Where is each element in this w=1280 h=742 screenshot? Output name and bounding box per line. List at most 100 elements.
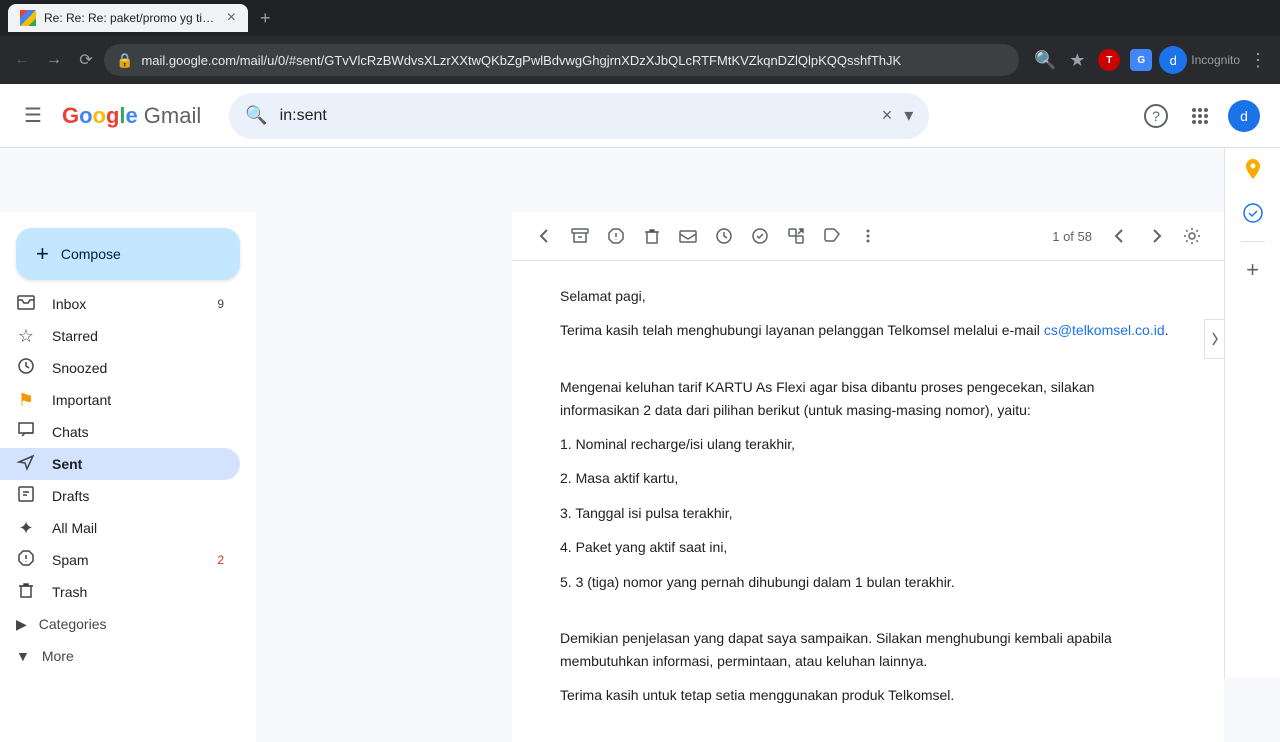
tasks-sidebar-icon[interactable] (1233, 193, 1273, 233)
bookmark-icon[interactable]: ★ (1063, 46, 1091, 74)
snooze-button[interactable] (708, 220, 740, 252)
categories-chevron-icon: ▶ (16, 616, 27, 633)
mark-unread-button[interactable] (672, 220, 704, 252)
email-intro: Terima kasih telah menghubungi layanan p… (560, 319, 1176, 341)
drafts-label: Drafts (52, 488, 224, 504)
trash-label: Trash (52, 584, 224, 600)
search-clear-button[interactable]: × (882, 105, 893, 126)
add-sidebar-addon-button[interactable]: + (1233, 250, 1273, 290)
more-label: More (42, 648, 74, 664)
main-content: 1 of 58 Selamat pagi, Terima kasih telah… (512, 212, 1224, 742)
sidebar-item-chats[interactable]: Chats (0, 416, 240, 448)
inbox-count: 9 (217, 297, 224, 311)
search-bar[interactable]: 🔍 × ▾ (229, 93, 929, 139)
lock-icon: 🔒 (116, 52, 133, 69)
profile-avatar: d (1159, 46, 1187, 74)
address-bar[interactable]: 🔒 mail.google.com/mail/u/0/#sent/GTvVlcR… (104, 44, 1019, 76)
sent-icon (16, 452, 36, 477)
apps-icon (1190, 106, 1210, 126)
next-email-button[interactable] (1140, 220, 1172, 252)
search-wrapper[interactable]: 🔍 × ▾ (229, 93, 929, 139)
email-link[interactable]: cs@telkomsel.co.id (1044, 322, 1165, 338)
email-item-3: 3. Tanggal isi pulsa terakhir, (560, 502, 1176, 524)
email-item-1: 1. Nominal recharge/isi ulang terakhir, (560, 433, 1176, 455)
account-avatar: d (1228, 100, 1260, 132)
move-to-button[interactable] (780, 220, 812, 252)
gmail-logo: Google Gmail (62, 103, 201, 129)
settings-button[interactable] (1176, 220, 1208, 252)
browser-tab-active[interactable]: Re: Re: Re: paket/promo yg tida... × (8, 4, 248, 32)
search-options-button[interactable]: ▾ (904, 105, 913, 126)
chats-icon (16, 420, 36, 445)
keep-sidebar-icon[interactable] (1233, 149, 1273, 189)
prev-email-button[interactable] (1104, 220, 1136, 252)
telkomsel-icon[interactable]: T (1095, 46, 1123, 74)
more-chevron-icon: ▼ (16, 648, 30, 664)
tab-title: Re: Re: Re: paket/promo yg tida... (44, 11, 219, 25)
sidebar-item-sent[interactable]: Sent (0, 448, 240, 480)
email-item-2: 2. Masa aktif kartu, (560, 467, 1176, 489)
compose-label: Compose (61, 246, 121, 262)
add-task-button[interactable] (744, 220, 776, 252)
snoozed-icon (16, 356, 36, 381)
sidebar-divider-2 (1241, 241, 1265, 242)
report-spam-button[interactable] (600, 220, 632, 252)
account-button[interactable]: d (1224, 96, 1264, 136)
expand-panel-button[interactable] (1204, 319, 1224, 359)
header-right: ? d (1136, 96, 1264, 136)
archive-icon (570, 226, 590, 246)
more-section[interactable]: ▼ More (0, 640, 256, 672)
drafts-icon (16, 484, 36, 509)
gmail-m-logo: Google (62, 103, 138, 129)
keep-icon (1241, 157, 1265, 181)
more-actions-button[interactable] (852, 220, 884, 252)
inbox-icon (16, 292, 36, 317)
browser-nav: ← → ⟳ 🔒 mail.google.com/mail/u/0/#sent/G… (0, 36, 1280, 84)
sidebar-item-trash[interactable]: Trash (0, 576, 240, 608)
compose-button[interactable]: + Compose (16, 228, 240, 280)
gmail-app: + Compose Inbox 9 ☆ Starred Snoozed ⚑ Im… (0, 148, 1280, 742)
search-input[interactable] (280, 107, 870, 125)
menu-button[interactable]: ⋮ (1244, 46, 1272, 74)
important-label: Important (52, 392, 224, 408)
sidebar-item-spam[interactable]: Spam 2 (0, 544, 240, 576)
search-nav-icon[interactable]: 🔍 (1031, 46, 1059, 74)
apps-button[interactable] (1180, 96, 1220, 136)
compose-plus-icon: + (36, 241, 49, 267)
forward-button[interactable]: → (40, 46, 68, 74)
back-icon (534, 226, 554, 246)
tab-close-button[interactable]: × (227, 10, 236, 26)
incognito-icon: d (1159, 46, 1187, 74)
sidebar-item-all-mail[interactable]: ✦ All Mail (0, 512, 240, 544)
menu-icon[interactable]: ☰ (16, 95, 50, 136)
back-to-list-button[interactable] (528, 220, 560, 252)
starred-label: Starred (52, 328, 224, 344)
important-icon: ⚑ (16, 390, 36, 411)
sidebar-item-drafts[interactable]: Drafts (0, 480, 240, 512)
sidebar-item-snoozed[interactable]: Snoozed (0, 352, 240, 384)
add-task-icon (750, 226, 770, 246)
add-icon: + (1246, 257, 1259, 283)
categories-section[interactable]: ▶ Categories (0, 608, 256, 640)
delete-button[interactable] (636, 220, 668, 252)
reload-button[interactable]: ⟳ (72, 46, 100, 74)
new-tab-button[interactable]: + (260, 8, 271, 29)
sent-label: Sent (52, 456, 224, 472)
help-button[interactable]: ? (1136, 96, 1176, 136)
chats-label: Chats (52, 424, 224, 440)
delete-icon (642, 226, 662, 246)
label-button[interactable] (816, 220, 848, 252)
browser-chrome: Re: Re: Re: paket/promo yg tida... × + (0, 0, 1280, 36)
archive-button[interactable] (564, 220, 596, 252)
extension-icon[interactable]: G (1127, 46, 1155, 74)
expand-chevron-icon (1209, 331, 1221, 347)
move-to-icon (786, 226, 806, 246)
tab-favicon (20, 10, 36, 26)
sidebar-item-inbox[interactable]: Inbox 9 (0, 288, 240, 320)
back-button[interactable]: ← (8, 46, 36, 74)
sidebar-item-starred[interactable]: ☆ Starred (0, 320, 240, 352)
sidebar-item-important[interactable]: ⚑ Important (0, 384, 240, 416)
next-icon (1146, 226, 1166, 246)
prev-icon (1110, 226, 1130, 246)
email-closing-1: Demikian penjelasan yang dapat saya samp… (560, 627, 1176, 672)
